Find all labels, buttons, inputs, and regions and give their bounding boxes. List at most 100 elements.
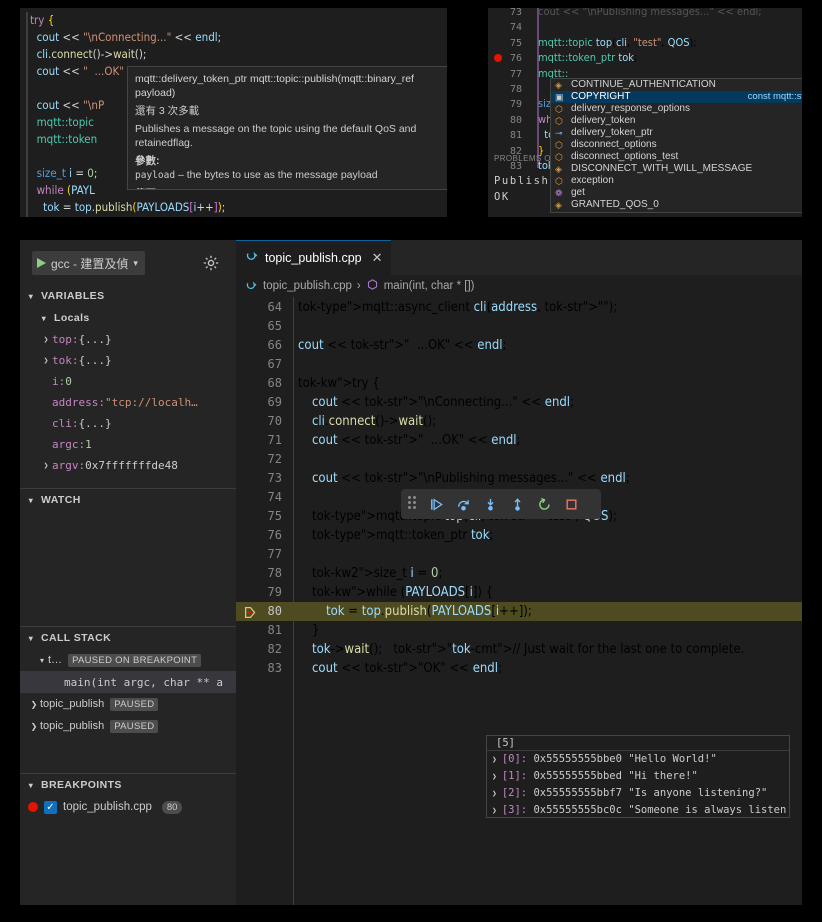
autocomplete-item[interactable]: ⬡ disconnect_options_test <box>551 151 802 163</box>
variable-row[interactable]: argc: 1 <box>20 434 236 455</box>
chevron-icon[interactable]: ❯ <box>28 722 40 731</box>
array-hover-row[interactable]: ❯ [2]: 0x55555555bbf7 "Is anyone listenin… <box>487 785 789 802</box>
close-icon[interactable]: ✕ <box>372 250 383 266</box>
code-editor[interactable]: 64 tok-type">mqtt::async_client cli(addre… <box>236 297 802 905</box>
array-address: 0x55555555bbed <box>527 770 622 782</box>
breakpoints-title: BREAKPOINTS <box>41 779 122 791</box>
autocomplete-item[interactable]: ⊸ delivery_token_ptr <box>551 127 802 139</box>
editor-line[interactable]: 68 tok-kw">try { <box>236 374 802 393</box>
variable-value: {...} <box>78 354 112 367</box>
step-out-button[interactable] <box>504 491 530 517</box>
editor-line-current[interactable]: 80 tok = top.publish(PAYLOADS[i++]); <box>236 602 802 621</box>
line-code: cout << tok-str">"\nConnecting..." << en… <box>312 395 575 410</box>
chevron-down-icon[interactable]: ▾ <box>133 258 138 269</box>
variable-row[interactable]: cli: {...} <box>20 413 236 434</box>
chevron-right-icon[interactable]: ❯ <box>40 356 52 365</box>
callstack-row[interactable]: ❯ topic_publish PAUSED <box>20 715 236 737</box>
editor-line[interactable]: 79 tok-kw">while (PAYLOADS[i]) { <box>236 583 802 602</box>
editor-line[interactable]: 78 tok-kw2">size_t i = 0; <box>236 564 802 583</box>
editor-line[interactable]: 69 cout << tok-str">"\nConnecting..." << … <box>236 393 802 412</box>
autocomplete-item-label: delivery_token <box>571 115 636 126</box>
gear-icon[interactable] <box>202 254 220 272</box>
callstack-row[interactable]: ▾ t… PAUSED ON BREAKPOINT <box>20 649 236 671</box>
variable-row[interactable]: address: "tcp://localh… <box>20 392 236 413</box>
breakpoint-row[interactable]: ✓ topic_publish.cpp 80 <box>20 796 236 818</box>
chevron-right-icon[interactable]: ❯ <box>40 335 52 344</box>
variable-row[interactable]: ❯ top: {...} <box>20 329 236 350</box>
autocomplete-item[interactable]: ▣ COPYRIGHT const mqtt::string <box>551 91 802 103</box>
variable-name: argv: <box>52 459 86 472</box>
array-hover-row[interactable]: ❯ [1]: 0x55555555bbed "Hi there!" <box>487 768 789 785</box>
line-number: 64 <box>267 300 282 314</box>
editor-line[interactable]: 71 cout << tok-str">" ...OK" << endl; <box>236 431 802 450</box>
autocomplete-item[interactable]: ⬡ exception <box>551 175 802 187</box>
chevron-right-icon[interactable]: ❯ <box>492 772 497 781</box>
editor-tab-topic-publish[interactable]: topic_publish.cpp ✕ <box>236 240 391 275</box>
restart-button[interactable] <box>531 491 557 517</box>
autocomplete-item-label: exception <box>571 175 614 186</box>
editor-line[interactable]: 76 tok-type">mqtt::token_ptr tok; <box>236 526 802 545</box>
autocomplete-item[interactable]: ◈ CONTINUE_AUTHENTICATION <box>551 79 802 91</box>
variables-section-header[interactable]: ▾ VARIABLES <box>20 285 236 307</box>
launch-configuration-dropdown[interactable]: gcc - 建置及偵 ▾ <box>32 251 145 275</box>
editor-line[interactable]: 64 tok-type">mqtt::async_client cli(addre… <box>236 298 802 317</box>
chevron-icon[interactable]: ❯ <box>28 700 40 709</box>
chevron-down-icon[interactable]: ▾ <box>25 634 37 643</box>
editor-line[interactable]: 65 <box>236 317 802 336</box>
chevron-icon[interactable]: ▾ <box>36 656 48 665</box>
chevron-right-icon[interactable]: ❯ <box>492 789 497 798</box>
editor-line[interactable]: 83 cout << tok-str">"OK" << endl; <box>236 659 802 678</box>
watch-title: WATCH <box>41 494 81 506</box>
step-over-button[interactable] <box>450 491 476 517</box>
drag-handle[interactable] <box>408 496 420 512</box>
chevron-right-icon[interactable]: ❯ <box>492 806 497 815</box>
editor-line[interactable]: 72 <box>236 450 802 469</box>
chevron-down-icon[interactable]: ▾ <box>25 496 37 505</box>
stop-button[interactable] <box>558 491 584 517</box>
callstack-label: t… <box>48 654 63 666</box>
array-hover-row[interactable]: ❯ [0]: 0x55555555bbe0 "Hello World!" <box>487 751 789 768</box>
autocomplete-item[interactable]: ◈ DISCONNECT_WITH_WILL_MESSAGE <box>551 163 802 175</box>
autocomplete-item[interactable]: ◈ GRANTED_QOS_0 <box>551 199 802 211</box>
autocomplete-item[interactable]: ⬡ delivery_response_options <box>551 103 802 115</box>
autocomplete-popup[interactable]: ◈ CONTINUE_AUTHENTICATION ▣ COPYRIGHT const … <box>550 78 802 213</box>
breakpoints-section-header[interactable]: ▾ BREAKPOINTS <box>20 774 236 796</box>
callstack-list: ▾ t… PAUSED ON BREAKPOINT main(int argc, ch… <box>20 649 236 737</box>
debug-array-hover-popup[interactable]: [5] ❯ [0]: 0x55555555bbe0 "Hello World!" ❯… <box>486 735 790 818</box>
breakpoint-checkbox[interactable]: ✓ <box>44 800 57 814</box>
chevron-right-icon[interactable]: ❯ <box>492 755 497 764</box>
cpp-file-icon <box>246 249 259 267</box>
editor-line[interactable]: 67 <box>236 355 802 374</box>
variable-row[interactable]: ❯ tok: {...} <box>20 350 236 371</box>
chevron-right-icon[interactable]: ❯ <box>40 461 52 470</box>
callstack-row[interactable]: ❯ topic_publish PAUSED <box>20 693 236 715</box>
breadcrumb-symbol[interactable]: main(int, char * []) <box>384 280 475 292</box>
callstack-section-header[interactable]: ▾ CALL STACK <box>20 627 236 649</box>
continue-button[interactable] <box>423 491 449 517</box>
start-debugging-icon[interactable] <box>37 258 46 268</box>
autocomplete-item[interactable]: ⬡ disconnect_options <box>551 139 802 151</box>
editor-line[interactable]: 77 <box>236 545 802 564</box>
step-into-button[interactable] <box>477 491 503 517</box>
autocomplete-item[interactable]: ◈ GRANTED_QOS_1 <box>551 211 802 212</box>
autocomplete-item[interactable]: ❁ get <box>551 187 802 199</box>
editor-line[interactable]: 82 tok->wait(); tok-str">"tok-cmt">// Jus… <box>236 640 802 659</box>
watch-section-header[interactable]: ▾ WATCH <box>20 489 236 511</box>
variable-row[interactable]: i: 0 <box>20 371 236 392</box>
editor-line[interactable]: 73 cout << tok-str">"\nPublishing message… <box>236 469 802 488</box>
debug-floating-toolbar[interactable] <box>401 489 601 519</box>
callstack-row[interactable]: main(int argc, char ** a <box>20 671 236 693</box>
editor-line[interactable]: 70 cli.connect()->wait(); <box>236 412 802 431</box>
line-code: tok-type">mqtt::async_client cli(address… <box>298 300 618 315</box>
snippet-line-breakpoint: 76 mqtt::token_ptr tok; <box>488 50 802 65</box>
chevron-down-icon[interactable]: ▾ <box>38 314 50 323</box>
locals-scope-header[interactable]: ▾ Locals <box>20 307 236 329</box>
editor-line[interactable]: 81} <box>236 621 802 640</box>
editor-line[interactable]: 66 cout << tok-str">" ...OK" << endl; <box>236 336 802 355</box>
chevron-down-icon[interactable]: ▾ <box>25 292 37 301</box>
autocomplete-item[interactable]: ⬡ delivery_token <box>551 115 802 127</box>
breadcrumb-file[interactable]: topic_publish.cpp <box>263 280 352 292</box>
chevron-down-icon[interactable]: ▾ <box>25 781 37 790</box>
variable-row[interactable]: ❯ argv: 0x7fffffffde48 <box>20 455 236 476</box>
array-hover-row[interactable]: ❯ [3]: 0x55555555bc0c "Someone is always … <box>487 802 789 817</box>
